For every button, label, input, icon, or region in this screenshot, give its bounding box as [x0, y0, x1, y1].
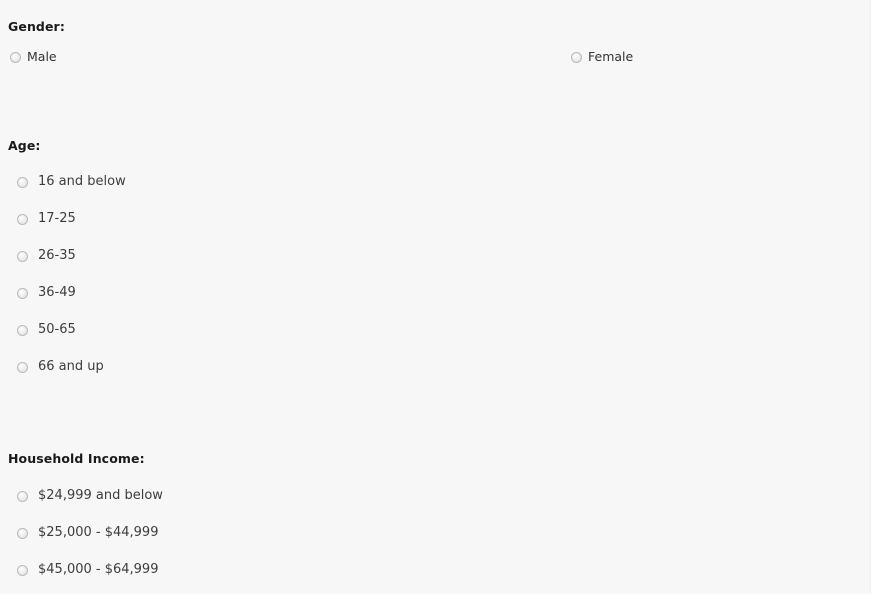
- radio-option-label: 17-25: [38, 211, 76, 226]
- radio-option-age-16-and-below[interactable]: 16 and below: [17, 175, 126, 189]
- radio-button-icon[interactable]: [17, 176, 28, 188]
- radio-option-label: 16 and below: [38, 174, 126, 189]
- gender-section-heading: Gender:: [8, 19, 65, 34]
- radio-button-icon[interactable]: [17, 287, 28, 299]
- radio-option-label: 36-49: [38, 285, 76, 300]
- radio-button-icon[interactable]: [17, 250, 28, 262]
- household-income-section-heading: Household Income:: [8, 451, 145, 466]
- radio-option-label: $25,000 - $44,999: [38, 525, 159, 540]
- radio-option-label: 26-35: [38, 248, 76, 263]
- radio-option-label: $24,999 and below: [38, 488, 163, 503]
- radio-button-icon[interactable]: [17, 564, 28, 576]
- radio-option-age-17-25[interactable]: 17-25: [17, 212, 76, 226]
- radio-option-label: 50-65: [38, 322, 76, 337]
- radio-option-age-26-35[interactable]: 26-35: [17, 249, 76, 263]
- radio-option-age-36-49[interactable]: 36-49: [17, 286, 76, 300]
- radio-option-label: Female: [588, 49, 634, 64]
- radio-button-icon[interactable]: [10, 51, 21, 63]
- radio-button-icon[interactable]: [17, 324, 28, 336]
- radio-option-age-66-and-up[interactable]: 66 and up: [17, 360, 104, 374]
- radio-button-icon[interactable]: [17, 361, 28, 373]
- radio-button-icon[interactable]: [571, 51, 582, 63]
- radio-option-label: Male: [27, 49, 57, 64]
- radio-button-icon[interactable]: [17, 213, 28, 225]
- radio-option-income-25000-44999[interactable]: $25,000 - $44,999: [17, 526, 158, 540]
- radio-button-icon[interactable]: [17, 490, 28, 502]
- radio-option-label: $45,000 - $64,999: [38, 562, 159, 577]
- survey-form-page: Gender: Male Female Age: 16 and below 17…: [0, 0, 871, 594]
- radio-option-label: 66 and up: [38, 359, 104, 374]
- radio-option-income-24999-and-below[interactable]: $24,999 and below: [17, 489, 163, 503]
- radio-button-icon[interactable]: [17, 527, 28, 539]
- age-section-heading: Age:: [8, 138, 41, 153]
- radio-option-age-50-65[interactable]: 50-65: [17, 323, 76, 337]
- radio-option-gender-male[interactable]: Male: [10, 50, 57, 64]
- radio-option-gender-female[interactable]: Female: [571, 50, 633, 64]
- radio-option-income-45000-64999[interactable]: $45,000 - $64,999: [17, 563, 158, 577]
